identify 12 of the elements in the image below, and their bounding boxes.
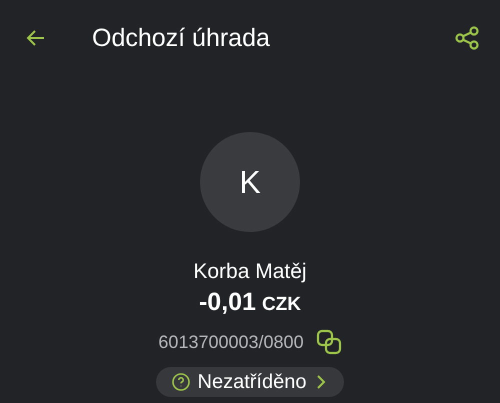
- currency: CZK: [262, 294, 302, 316]
- page-title: Odchozí úhrada: [92, 24, 271, 52]
- question-icon: [172, 373, 190, 391]
- amount: -0,01: [198, 288, 256, 317]
- share-icon: [454, 25, 480, 51]
- avatar: K: [200, 132, 300, 232]
- copy-button[interactable]: [316, 329, 342, 355]
- account-number: 6013700003/0800: [158, 332, 304, 352]
- share-button[interactable]: [454, 25, 480, 51]
- copy-icon: [316, 329, 342, 355]
- category-chip[interactable]: Nezatříděno: [156, 367, 344, 397]
- counterparty-name: Korba Matěj: [193, 260, 307, 284]
